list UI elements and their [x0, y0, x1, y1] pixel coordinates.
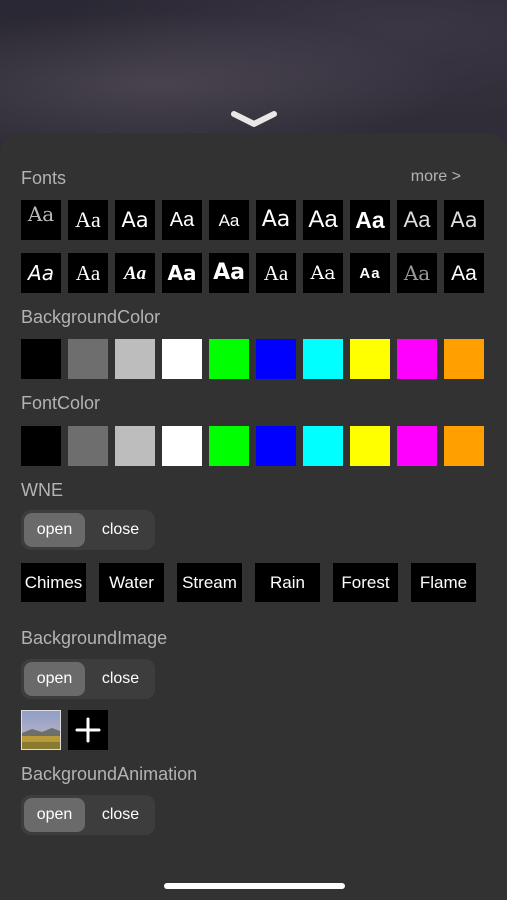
bg-color-swatch[interactable] [21, 339, 61, 379]
wne-label: WNE [21, 480, 63, 500]
font-option[interactable]: Aa [68, 200, 108, 240]
font-option[interactable]: Aa [21, 253, 61, 293]
font-option[interactable]: Aa [162, 200, 202, 240]
font-option[interactable]: Aa [397, 253, 437, 293]
bg-color-swatch[interactable] [303, 339, 343, 379]
bg-color-swatch[interactable] [397, 339, 437, 379]
font-option[interactable]: Aa [256, 253, 296, 293]
wne-open-button[interactable]: open [24, 513, 85, 547]
font-color-swatch[interactable] [444, 426, 484, 466]
more-fonts-link[interactable]: more > [411, 168, 461, 186]
background-animation-toggle: open close [21, 795, 155, 835]
font-option[interactable]: Aa [397, 200, 437, 240]
bg-color-swatch[interactable] [115, 339, 155, 379]
font-row-1: Aa Aa Aa Aa Aa Aa Aa Aa Aa Aa [21, 200, 487, 240]
sound-forest-button[interactable]: Forest [333, 563, 398, 602]
font-option[interactable]: Aa [115, 200, 155, 240]
bg-color-swatch[interactable] [68, 339, 108, 379]
font-color-swatch[interactable] [21, 426, 61, 466]
background-image-thumbnail[interactable] [21, 710, 61, 750]
font-color-row [21, 426, 487, 466]
bg-color-swatch[interactable] [350, 339, 390, 379]
bg-color-swatch[interactable] [444, 339, 484, 379]
wne-close-button[interactable]: close [90, 513, 151, 547]
background-color-row [21, 339, 487, 379]
font-option[interactable]: Aa [444, 200, 484, 240]
font-color-swatch[interactable] [115, 426, 155, 466]
add-image-button[interactable] [68, 710, 108, 750]
font-option[interactable]: Aa [209, 253, 249, 293]
background-color-label: BackgroundColor [21, 307, 161, 327]
font-option[interactable]: Aa [350, 253, 390, 293]
font-option[interactable]: Aa [68, 253, 108, 293]
font-color-swatch[interactable] [303, 426, 343, 466]
bg-animation-open-button[interactable]: open [24, 798, 85, 832]
sound-flame-button[interactable]: Flame [411, 563, 476, 602]
font-option[interactable]: Aa [162, 253, 202, 293]
background-image-label: BackgroundImage [21, 628, 168, 648]
home-indicator[interactable] [164, 883, 345, 889]
bg-animation-close-button[interactable]: close [90, 798, 151, 832]
font-color-swatch[interactable] [68, 426, 108, 466]
wne-toggle: open close [21, 510, 155, 550]
font-option[interactable]: Aa [350, 200, 390, 240]
sound-chimes-button[interactable]: Chimes [21, 563, 86, 602]
font-option[interactable]: Aa [21, 200, 61, 240]
landscape-image-icon [22, 711, 60, 749]
font-option[interactable]: Aa [444, 253, 484, 293]
plus-icon [75, 717, 101, 743]
background-image-toggle: open close [21, 659, 155, 699]
chevron-down-icon[interactable] [230, 108, 278, 130]
fonts-label: Fonts [21, 168, 67, 188]
bg-color-swatch[interactable] [162, 339, 202, 379]
font-option[interactable]: Aa [209, 200, 249, 240]
font-color-swatch[interactable] [209, 426, 249, 466]
font-option[interactable]: Aa [303, 253, 343, 293]
font-color-swatch[interactable] [350, 426, 390, 466]
sound-stream-button[interactable]: Stream [177, 563, 242, 602]
sound-water-button[interactable]: Water [99, 563, 164, 602]
bg-image-open-button[interactable]: open [24, 662, 85, 696]
font-color-label: FontColor [21, 393, 101, 413]
bg-color-swatch[interactable] [209, 339, 249, 379]
font-color-swatch[interactable] [162, 426, 202, 466]
font-color-swatch[interactable] [256, 426, 296, 466]
sound-rain-button[interactable]: Rain [255, 563, 320, 602]
background-animation-label: BackgroundAnimation [21, 764, 198, 784]
bg-image-close-button[interactable]: close [90, 662, 151, 696]
font-color-swatch[interactable] [397, 426, 437, 466]
font-option[interactable]: Aa [303, 200, 343, 240]
font-row-2: Aa Aa Aa Aa Aa Aa Aa Aa Aa Aa [21, 253, 487, 293]
bg-color-swatch[interactable] [256, 339, 296, 379]
font-option[interactable]: Aa [256, 200, 296, 240]
font-option[interactable]: Aa [115, 253, 155, 293]
